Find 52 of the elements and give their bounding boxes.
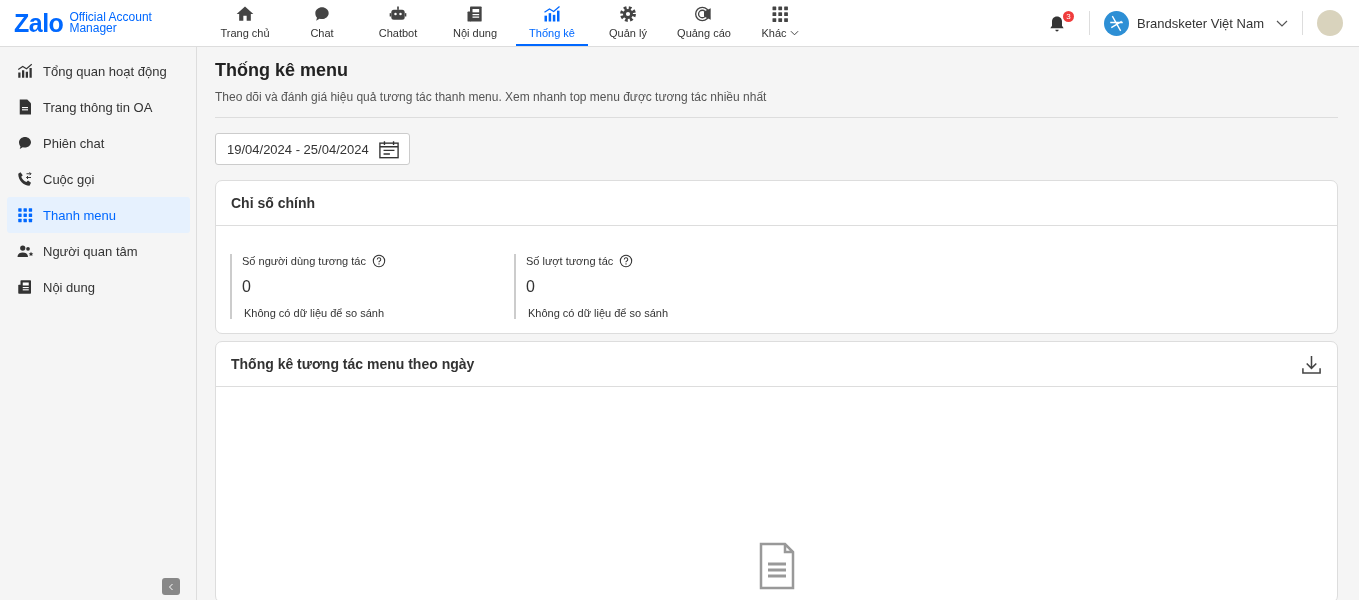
- metric-label: Số người dùng tương tác: [242, 255, 366, 267]
- metric-note: Không có dữ liệu để so sánh: [244, 307, 386, 319]
- nav-icon: [465, 4, 485, 24]
- calendar-icon: [378, 139, 399, 159]
- sidebar-item[interactable]: Cuộc gọi: [7, 161, 190, 197]
- metric-note: Không có dữ liệu để so sánh: [528, 307, 670, 319]
- nav-tab[interactable]: Khác: [744, 0, 816, 46]
- nav-icon: [235, 4, 255, 24]
- sidebar-icon: [16, 134, 34, 152]
- nav-tab[interactable]: Trang chủ: [208, 0, 282, 46]
- nav-tab[interactable]: Nội dung: [438, 0, 512, 46]
- card-title: Thống kê tương tác menu theo ngày: [231, 356, 475, 372]
- nav-tab[interactable]: Quản lý: [592, 0, 664, 46]
- metric-value: 0: [526, 278, 536, 296]
- chevron-left-icon: [166, 581, 176, 592]
- card-title: Chỉ số chính: [231, 195, 315, 211]
- metric-label: Số lượt tương tác: [526, 255, 614, 267]
- nav-icon: [694, 4, 714, 24]
- account-logo-icon: [1104, 10, 1130, 36]
- sidebar-icon: [16, 206, 34, 224]
- nav-tab[interactable]: Quảng cáo: [668, 0, 740, 46]
- sidebar-item[interactable]: Thanh menu: [7, 197, 190, 233]
- sidebar-item[interactable]: Người quan tâm: [7, 233, 190, 269]
- logo-brand: Zalo: [14, 8, 64, 38]
- help-icon[interactable]: [619, 254, 634, 268]
- logo-text: Official Account: [69, 12, 152, 23]
- notification-button[interactable]: 3: [1045, 8, 1076, 38]
- sidebar-item[interactable]: Tổng quan hoạt động: [7, 53, 190, 89]
- sidebar-item[interactable]: Nội dung: [7, 269, 190, 305]
- nav-tab[interactable]: Chatbot: [362, 0, 434, 46]
- page-title: Thống kê menu: [215, 60, 349, 81]
- sidebar-icon: [16, 170, 34, 188]
- logo-text: Manager: [69, 23, 118, 34]
- nav-icon: [618, 4, 638, 24]
- account-switcher[interactable]: Brandsketer Việt Nam: [1104, 10, 1288, 36]
- nav-icon: [542, 4, 562, 24]
- chevron-down-icon: [789, 30, 799, 36]
- sidebar-icon: [16, 278, 34, 296]
- download-icon[interactable]: [1301, 353, 1322, 375]
- date-range-picker[interactable]: 19/04/2024 - 25/04/2024: [215, 133, 410, 165]
- empty-document-icon: [758, 542, 795, 590]
- notification-count: 3: [1063, 11, 1075, 22]
- nav-icon: [770, 4, 790, 24]
- metric-value: 0: [242, 278, 252, 296]
- sidebar-item[interactable]: Trang thông tin OA: [7, 89, 190, 125]
- sidebar-icon: [16, 62, 34, 80]
- sidebar-icon: [16, 242, 34, 260]
- sidebar-item[interactable]: Phiên chat: [7, 125, 190, 161]
- help-icon[interactable]: [371, 254, 386, 268]
- page-subtitle: Theo dõi và đánh giá hiệu quả tương tác thanh menu. Xem nhanh top menu được tương tác nhiều nhất: [215, 90, 768, 104]
- chevron-down-icon: [1276, 19, 1288, 27]
- nav-tab[interactable]: Chat: [286, 0, 358, 46]
